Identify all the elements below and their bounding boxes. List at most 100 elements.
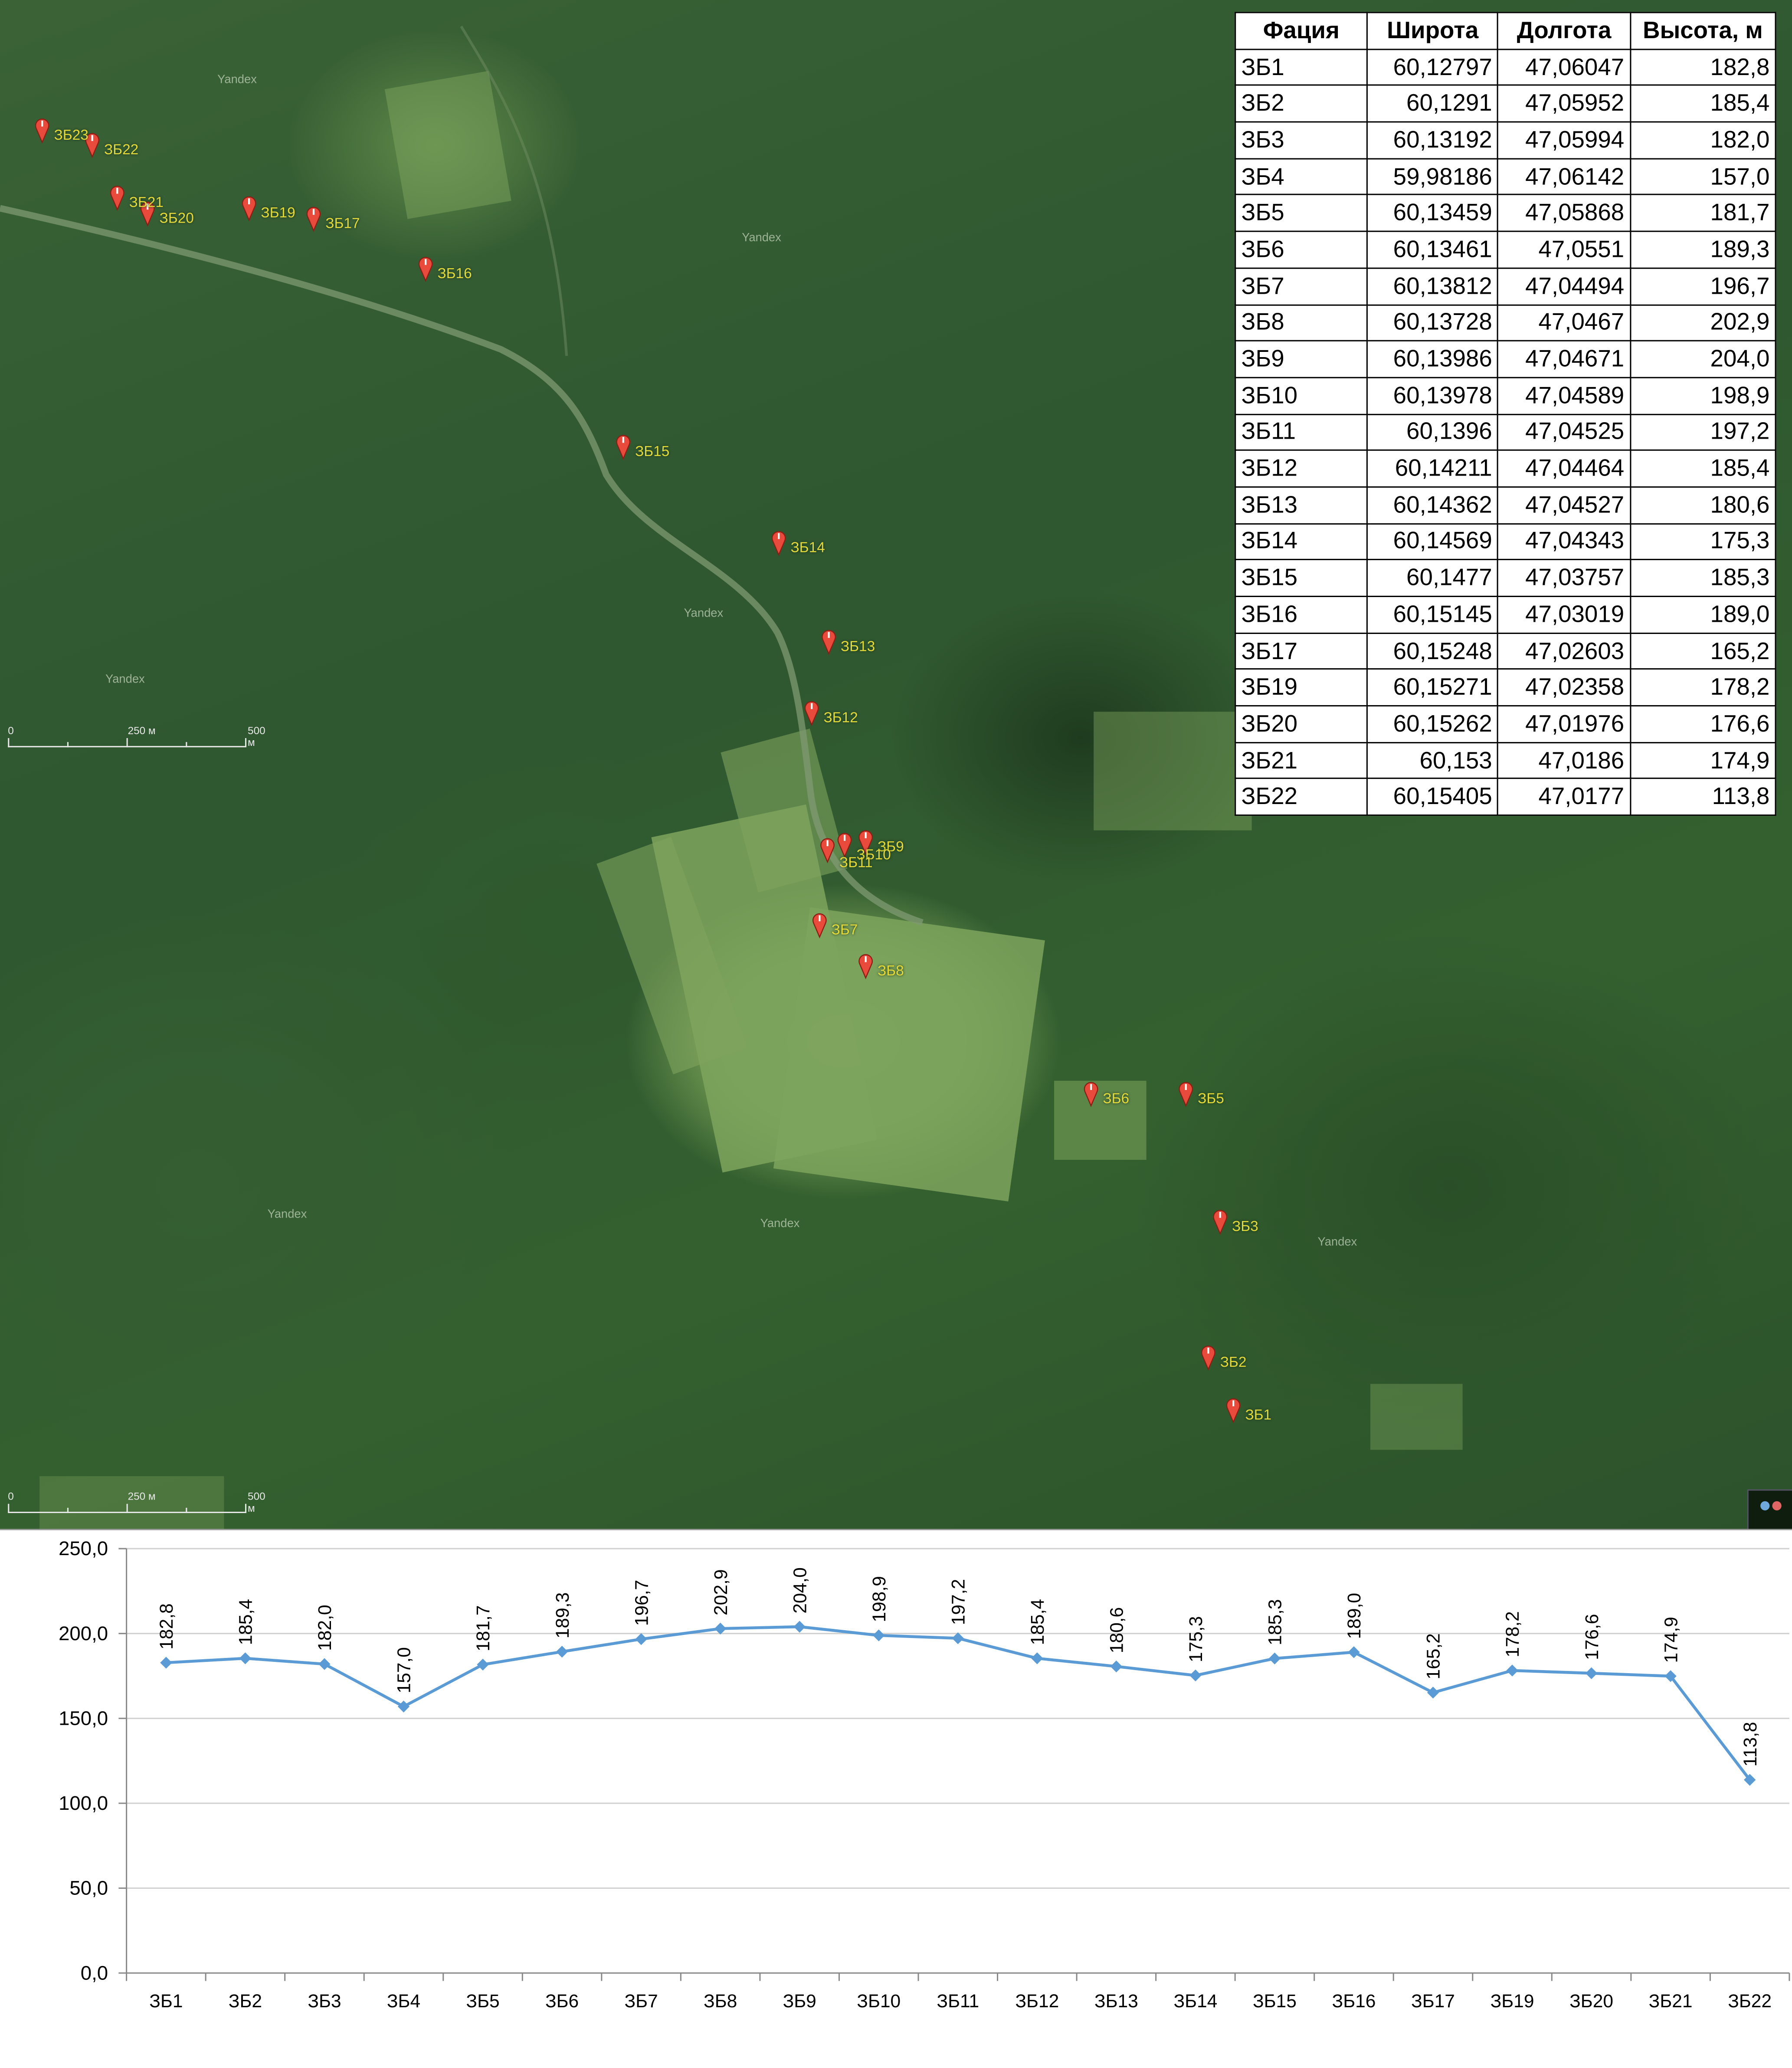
marker-label: ЗБ16 — [437, 266, 472, 282]
cell-facies: ЗБ4 — [1235, 158, 1368, 196]
table-row: ЗБ9 60,13986 47,04671 204,0 — [1235, 340, 1776, 378]
marker-label: ЗБ19 — [261, 205, 295, 222]
data-label: 175,3 — [1186, 1616, 1206, 1662]
cell-altitude: 189,0 — [1629, 595, 1776, 634]
map-pin-icon — [242, 196, 256, 222]
cell-longitude: 47,04343 — [1497, 522, 1631, 561]
column-header-latitude: Широта — [1366, 12, 1499, 50]
cell-altitude: 157,0 — [1629, 158, 1776, 196]
map-pin-icon — [418, 257, 433, 282]
marker-label: ЗБ21 — [129, 195, 164, 211]
cell-longitude: 47,03757 — [1497, 559, 1631, 597]
data-point — [1031, 1652, 1043, 1664]
x-tick-label: ЗБ22 — [1728, 1991, 1772, 2012]
cell-longitude: 47,02603 — [1497, 632, 1631, 670]
cell-longitude: 47,04464 — [1497, 450, 1631, 488]
cell-altitude: 204,0 — [1629, 340, 1776, 378]
map-pin-icon — [804, 701, 819, 726]
cell-longitude: 47,04525 — [1497, 413, 1631, 451]
map-pin-icon — [616, 435, 631, 460]
cell-latitude: 60,13461 — [1366, 230, 1499, 269]
data-point — [1268, 1652, 1281, 1664]
map-pin-icon — [812, 913, 827, 939]
x-tick-label: ЗБ5 — [466, 1991, 499, 2012]
table-row: ЗБ12 60,14211 47,04464 185,4 — [1235, 450, 1776, 488]
map-pin-icon — [35, 118, 49, 144]
data-label: 198,9 — [869, 1576, 890, 1622]
cell-latitude: 60,13986 — [1366, 340, 1499, 378]
data-point — [1506, 1664, 1518, 1677]
data-label: 189,0 — [1344, 1593, 1365, 1639]
table-row: ЗБ16 60,15145 47,03019 189,0 — [1235, 595, 1776, 634]
table-row: ЗБ13 60,14362 47,04527 180,6 — [1235, 486, 1776, 524]
table-row: ЗБ6 60,13461 47,0551 189,3 — [1235, 230, 1776, 269]
cell-latitude: 60,13812 — [1366, 267, 1499, 305]
cell-latitude: 60,14569 — [1366, 522, 1499, 561]
data-label: 178,2 — [1503, 1611, 1523, 1657]
data-label: 157,0 — [394, 1647, 415, 1693]
cell-altitude: 185,4 — [1629, 85, 1776, 123]
cell-latitude: 60,13728 — [1366, 304, 1499, 342]
map-watermark: Yandex — [684, 606, 724, 620]
marker-label: ЗБ7 — [831, 922, 858, 939]
x-tick-label: ЗБ10 — [857, 1991, 901, 2012]
map-scale-bar: 0 250 м 500 м — [0, 725, 265, 759]
map-watermark: Yandex — [742, 230, 781, 244]
cell-latitude: 60,13978 — [1366, 377, 1499, 415]
map-pin-icon — [1084, 1082, 1098, 1107]
cell-longitude: 47,0186 — [1497, 742, 1631, 780]
cell-altitude: 178,2 — [1629, 669, 1776, 707]
cell-longitude: 47,04671 — [1497, 340, 1631, 378]
marker-label: ЗБ5 — [1198, 1091, 1224, 1107]
scale-label: 250 м — [128, 1490, 156, 1503]
marker-label: ЗБ3 — [1232, 1219, 1258, 1235]
scale-label: 0 — [8, 1490, 14, 1503]
table-row: ЗБ19 60,15271 47,02358 178,2 — [1235, 669, 1776, 707]
data-point — [714, 1622, 727, 1635]
cell-latitude: 60,15405 — [1366, 778, 1499, 816]
cell-longitude: 47,01976 — [1497, 705, 1631, 743]
cell-longitude: 47,05868 — [1497, 194, 1631, 232]
map-pin-icon — [771, 531, 786, 556]
data-point — [397, 1700, 410, 1713]
y-tick-label: 50,0 — [69, 1877, 108, 1899]
cell-altitude: 196,7 — [1629, 267, 1776, 305]
cell-altitude: 185,3 — [1629, 559, 1776, 597]
globe-icon — [1760, 1501, 1770, 1510]
cell-latitude: 60,1291 — [1366, 85, 1499, 123]
cell-longitude: 47,04527 — [1497, 486, 1631, 524]
altitude-chart: 0,0 50,0 100,0 150,0 200,0 250,0 ЗБ1 ЗБ2 ЗБ3 ЗБ4 З… — [0, 1529, 1792, 2068]
coordinates-table: Фация Широта Долгота Высота, м ЗБ1 60,127… — [1235, 12, 1776, 816]
cell-facies: ЗБ1 — [1235, 48, 1368, 86]
data-label: 185,4 — [1028, 1599, 1048, 1645]
x-tick-label: ЗБ3 — [308, 1991, 341, 2012]
table-row: ЗБ5 60,13459 47,05868 181,7 — [1235, 194, 1776, 232]
x-tick-label: ЗБ12 — [1015, 1991, 1059, 2012]
marker-label: ЗБ13 — [840, 639, 875, 655]
marker-label: ЗБ20 — [159, 211, 194, 227]
data-point — [477, 1658, 489, 1671]
cell-facies: ЗБ16 — [1235, 595, 1368, 634]
data-label: 174,9 — [1661, 1617, 1681, 1663]
data-point — [160, 1657, 172, 1669]
cell-altitude: 181,7 — [1629, 194, 1776, 232]
map-pin-icon — [837, 833, 852, 858]
table-row: ЗБ17 60,15248 47,02603 165,2 — [1235, 632, 1776, 670]
cell-facies: ЗБ3 — [1235, 121, 1368, 159]
scale-label: 500 м — [248, 725, 265, 749]
map-layer-toggle[interactable] — [1747, 1489, 1792, 1529]
cell-latitude: 60,14362 — [1366, 486, 1499, 524]
cell-facies: ЗБ19 — [1235, 669, 1368, 707]
cell-facies: ЗБ8 — [1235, 304, 1368, 342]
map-scale-bar: 0 250 м 500 м — [0, 1490, 265, 1525]
cell-altitude: 165,2 — [1629, 632, 1776, 670]
cell-altitude: 175,3 — [1629, 522, 1776, 561]
marker-label: ЗБ6 — [1103, 1091, 1130, 1107]
cell-latitude: 60,12797 — [1366, 48, 1499, 86]
marker-label: ЗБ8 — [877, 963, 904, 979]
map-pin-icon — [306, 207, 321, 232]
x-tick-label: ЗБ2 — [229, 1991, 262, 2012]
table-row: ЗБ2 60,1291 47,05952 185,4 — [1235, 85, 1776, 123]
data-point — [318, 1658, 331, 1670]
map-pin-icon — [1213, 1210, 1228, 1235]
